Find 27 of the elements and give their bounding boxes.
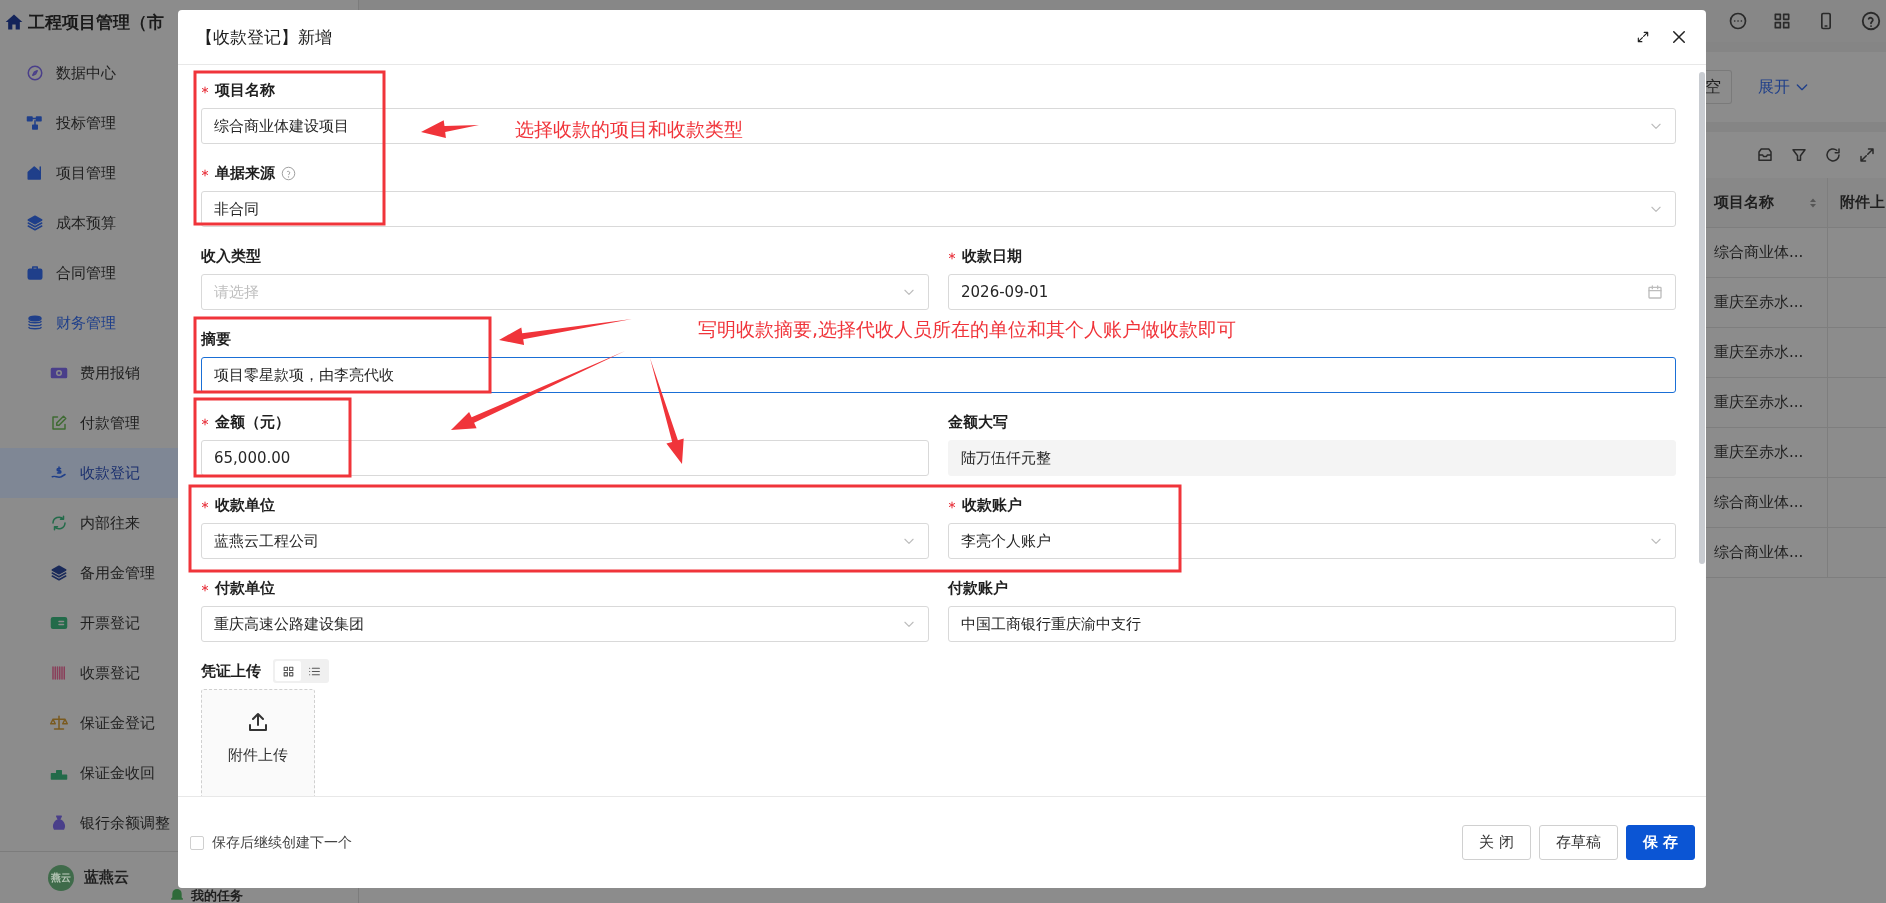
table-cell: 重庆至赤水... bbox=[1714, 293, 1804, 312]
readonly-field: 陆万伍仟元整 bbox=[948, 440, 1676, 476]
table-cell: 重庆至赤水... bbox=[1714, 343, 1804, 362]
checkbox-label: 保存后继续创建下一个 bbox=[212, 833, 352, 852]
field-label: 收入类型 bbox=[201, 246, 261, 266]
field-label: 金额（元） bbox=[215, 412, 290, 432]
annotation-note: 写明收款摘要,选择代收人员所在的单位和其个人账户做收款即可 bbox=[698, 317, 1237, 342]
field-label: 凭证上传 bbox=[201, 661, 261, 681]
table-cell: 重庆至赤水... bbox=[1714, 443, 1804, 462]
field-label: 单据来源 bbox=[215, 163, 275, 183]
field-label: 摘要 bbox=[201, 329, 231, 349]
field-label: 收款单位 bbox=[215, 495, 275, 515]
table-cell: 综合商业体... bbox=[1714, 243, 1804, 262]
field-label: 付款单位 bbox=[215, 578, 275, 598]
table-cell: 重庆至赤水... bbox=[1714, 393, 1804, 412]
field-label: 金额大写 bbox=[948, 412, 1008, 432]
field-label: 收款账户 bbox=[962, 495, 1022, 515]
table-cell: 综合商业体... bbox=[1714, 493, 1804, 512]
table-cell: 综合商业体... bbox=[1714, 543, 1804, 562]
app-title: 工程项目管理（市 bbox=[28, 10, 164, 34]
user-name: 蓝燕云 bbox=[84, 868, 129, 887]
field-label: 付款账户 bbox=[948, 578, 1008, 598]
field-label: 项目名称 bbox=[215, 80, 275, 100]
annotation-note: 选择收款的项目和收款类型 bbox=[515, 117, 743, 142]
dialog-title: 【收款登记】新增 bbox=[196, 25, 333, 49]
field-label: 收款日期 bbox=[962, 246, 1022, 266]
user-avatar: 燕云 bbox=[48, 864, 74, 891]
